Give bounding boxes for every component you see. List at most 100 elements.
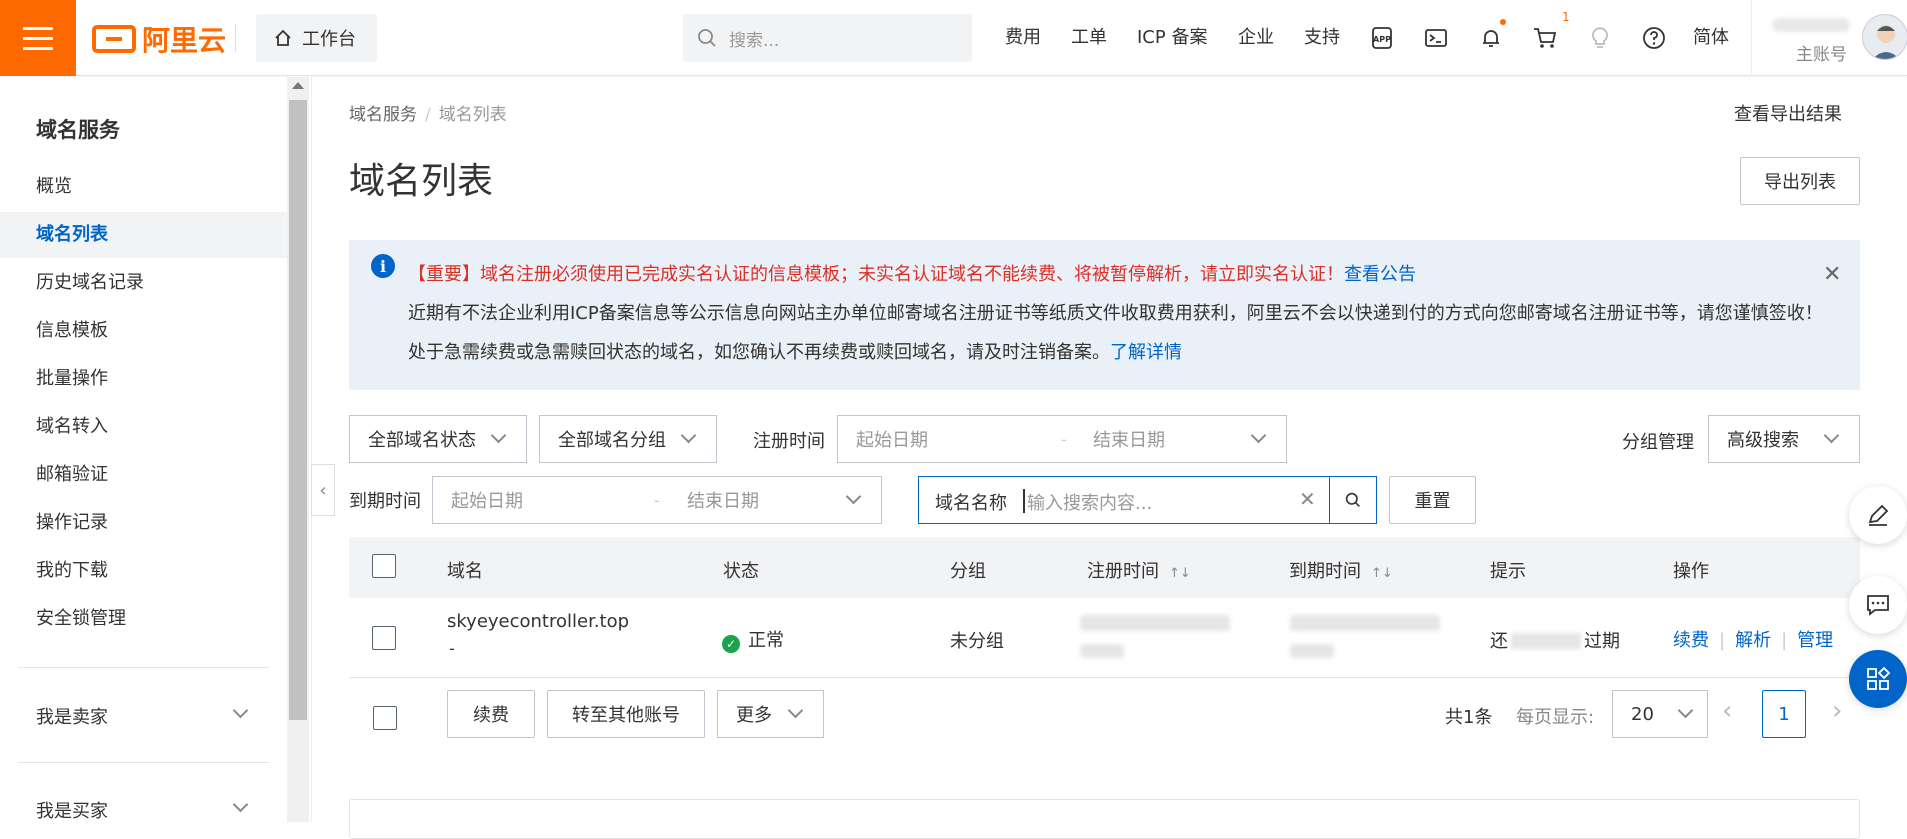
sidebar-item-history[interactable]: 历史域名记录 xyxy=(0,260,287,306)
apps-button[interactable] xyxy=(1849,650,1907,708)
hint-prefix: 还 xyxy=(1490,631,1508,652)
svg-text:APP: APP xyxy=(1373,35,1391,44)
table-row xyxy=(349,598,1860,678)
column-expiry-time[interactable]: 到期时间 ↑↓ xyxy=(1289,557,1393,583)
domain-status-select[interactable]: 全部域名状态 xyxy=(349,415,527,463)
sidebar-item-security-lock[interactable]: 安全锁管理 xyxy=(0,596,287,642)
learn-more-link[interactable]: 了解详情 xyxy=(1110,342,1182,363)
nav-icp[interactable]: ICP 备案 xyxy=(1137,24,1207,52)
view-export-results-link[interactable]: 查看导出结果 xyxy=(1734,100,1842,126)
language-switch[interactable]: 简体 xyxy=(1693,24,1729,52)
workbench-button[interactable]: 工作台 xyxy=(256,14,377,62)
nav-support[interactable]: 支持 xyxy=(1304,24,1340,52)
exp-start-date[interactable]: 起始日期 xyxy=(451,487,523,513)
next-page-icon[interactable]: › xyxy=(1832,696,1842,726)
export-list-button[interactable]: 导出列表 xyxy=(1740,157,1860,205)
sidebar-item-templates[interactable]: 信息模板 xyxy=(0,308,287,354)
avatar[interactable] xyxy=(1862,14,1907,60)
advanced-search-button[interactable]: 高级搜索 xyxy=(1708,415,1860,463)
aliyun-logo[interactable]: 阿里云 xyxy=(92,22,226,57)
row-checkbox[interactable] xyxy=(372,626,396,650)
exp-end-date[interactable]: 结束日期 xyxy=(687,487,759,513)
reset-button[interactable]: 重置 xyxy=(1389,476,1476,524)
nav-tickets[interactable]: 工单 xyxy=(1071,24,1107,52)
hint-text: 还 过期 xyxy=(1490,627,1620,653)
breadcrumb-root[interactable]: 域名服务 xyxy=(349,105,417,125)
registration-date-range[interactable]: 起始日期 - 结束日期 xyxy=(837,415,1287,463)
chevron-down-icon xyxy=(490,427,507,444)
sidebar-item-operation-log[interactable]: 操作记录 xyxy=(0,500,287,546)
collapse-sidebar-button[interactable]: ‹ xyxy=(311,464,335,516)
sort-icon[interactable]: ↑↓ xyxy=(1371,566,1393,581)
registration-time-label: 注册时间 xyxy=(753,431,825,452)
divider: | xyxy=(1719,630,1726,651)
group-value: 未分组 xyxy=(950,631,1004,652)
expiry-time-redacted xyxy=(1290,644,1334,658)
chat-button[interactable] xyxy=(1849,576,1907,634)
sidebar-item-batch[interactable]: 批量操作 xyxy=(0,356,287,402)
page-number[interactable]: 1 xyxy=(1762,690,1806,738)
help-icon[interactable] xyxy=(1640,24,1668,52)
close-icon[interactable]: ✕ xyxy=(1823,262,1841,287)
per-page-value: 20 xyxy=(1631,703,1654,725)
notice-line-renewal: 处于急需续费或急需赎回状态的域名，如您确认不再续费或赎回域名，请及时注销备案。了… xyxy=(408,338,1182,364)
sidebar-item-domain-list[interactable]: 域名列表 xyxy=(0,212,287,258)
sidebar-group-buyer[interactable]: 我是买家 xyxy=(36,797,108,823)
select-all-checkbox-footer[interactable] xyxy=(373,706,397,730)
more-actions-select[interactable]: 更多 xyxy=(717,690,824,738)
bell-icon[interactable] xyxy=(1477,24,1505,52)
renew-link[interactable]: 续费 xyxy=(1673,630,1709,651)
workbench-label: 工作台 xyxy=(302,29,356,50)
view-announcement-link[interactable]: 查看公告 xyxy=(1344,264,1416,285)
reg-start-date[interactable]: 起始日期 xyxy=(856,426,928,452)
more-actions-label: 更多 xyxy=(736,705,772,726)
status-badge: ✓ 正常 xyxy=(722,626,784,653)
breadcrumb-separator: / xyxy=(425,105,431,125)
scrollbar-thumb[interactable] xyxy=(289,100,307,720)
top-bar: 阿里云 工作台 搜索... 费用 工单 ICP 备案 企业 支持 APP 1 简… xyxy=(0,0,1907,76)
menu-icon[interactable] xyxy=(0,0,76,76)
search-field-select[interactable]: 域名名称 xyxy=(935,489,1007,515)
expiry-date-range[interactable]: 起始日期 - 结束日期 xyxy=(432,476,882,524)
domain-group-select[interactable]: 全部域名分组 xyxy=(539,415,717,463)
chevron-down-icon xyxy=(845,488,862,505)
terminal-icon[interactable] xyxy=(1422,24,1450,52)
batch-renew-button[interactable]: 续费 xyxy=(447,690,535,738)
edit-feedback-button[interactable] xyxy=(1849,486,1907,544)
lightbulb-icon[interactable] xyxy=(1586,24,1614,52)
manage-link[interactable]: 管理 xyxy=(1797,630,1833,651)
app-icon[interactable]: APP xyxy=(1368,24,1396,52)
domain-link[interactable]: skyeyecontroller.top xyxy=(447,611,629,632)
registration-time-redacted xyxy=(1080,615,1230,631)
search-button[interactable] xyxy=(1330,477,1376,523)
prev-page-icon[interactable]: ‹ xyxy=(1722,696,1732,726)
check-circle-icon: ✓ xyxy=(722,635,740,653)
sort-icon[interactable]: ↑↓ xyxy=(1169,566,1191,581)
nav-fees[interactable]: 费用 xyxy=(1005,24,1041,52)
sidebar-group-seller[interactable]: 我是卖家 xyxy=(36,703,108,729)
sidebar-item-transfer-in[interactable]: 域名转入 xyxy=(0,404,287,450)
group-management-link[interactable]: 分组管理 xyxy=(1622,428,1694,454)
sidebar-item-downloads[interactable]: 我的下载 xyxy=(0,548,287,594)
per-page-select[interactable]: 20 xyxy=(1612,690,1708,738)
sidebar-divider xyxy=(18,762,269,763)
scroll-up-arrow[interactable] xyxy=(292,82,304,89)
column-registration-time[interactable]: 注册时间 ↑↓ xyxy=(1087,557,1191,583)
reg-end-date[interactable]: 结束日期 xyxy=(1093,426,1165,452)
select-all-checkbox[interactable] xyxy=(372,554,396,578)
transfer-account-button[interactable]: 转至其他账号 xyxy=(547,690,705,738)
clear-icon[interactable]: ✕ xyxy=(1299,487,1316,511)
cart-icon[interactable] xyxy=(1531,24,1559,52)
divider xyxy=(235,24,236,52)
sidebar-item-overview[interactable]: 概览 xyxy=(0,164,287,210)
advanced-search-label: 高级搜索 xyxy=(1727,430,1799,451)
global-search-input[interactable]: 搜索... xyxy=(683,14,972,62)
domain-search-input[interactable]: 输入搜索内容... xyxy=(1027,489,1152,515)
dns-link[interactable]: 解析 xyxy=(1735,630,1771,651)
notice-important-text: 【重要】域名注册必须使用已完成实名认证的信息模板；未实名认证域名不能续费、将被暂… xyxy=(408,264,1344,285)
range-dash: - xyxy=(654,491,660,510)
divider: | xyxy=(1781,630,1788,651)
nav-enterprise[interactable]: 企业 xyxy=(1238,24,1274,52)
sidebar-item-email-verify[interactable]: 邮箱验证 xyxy=(0,452,287,498)
column-expiry-label: 到期时间 xyxy=(1289,561,1361,582)
